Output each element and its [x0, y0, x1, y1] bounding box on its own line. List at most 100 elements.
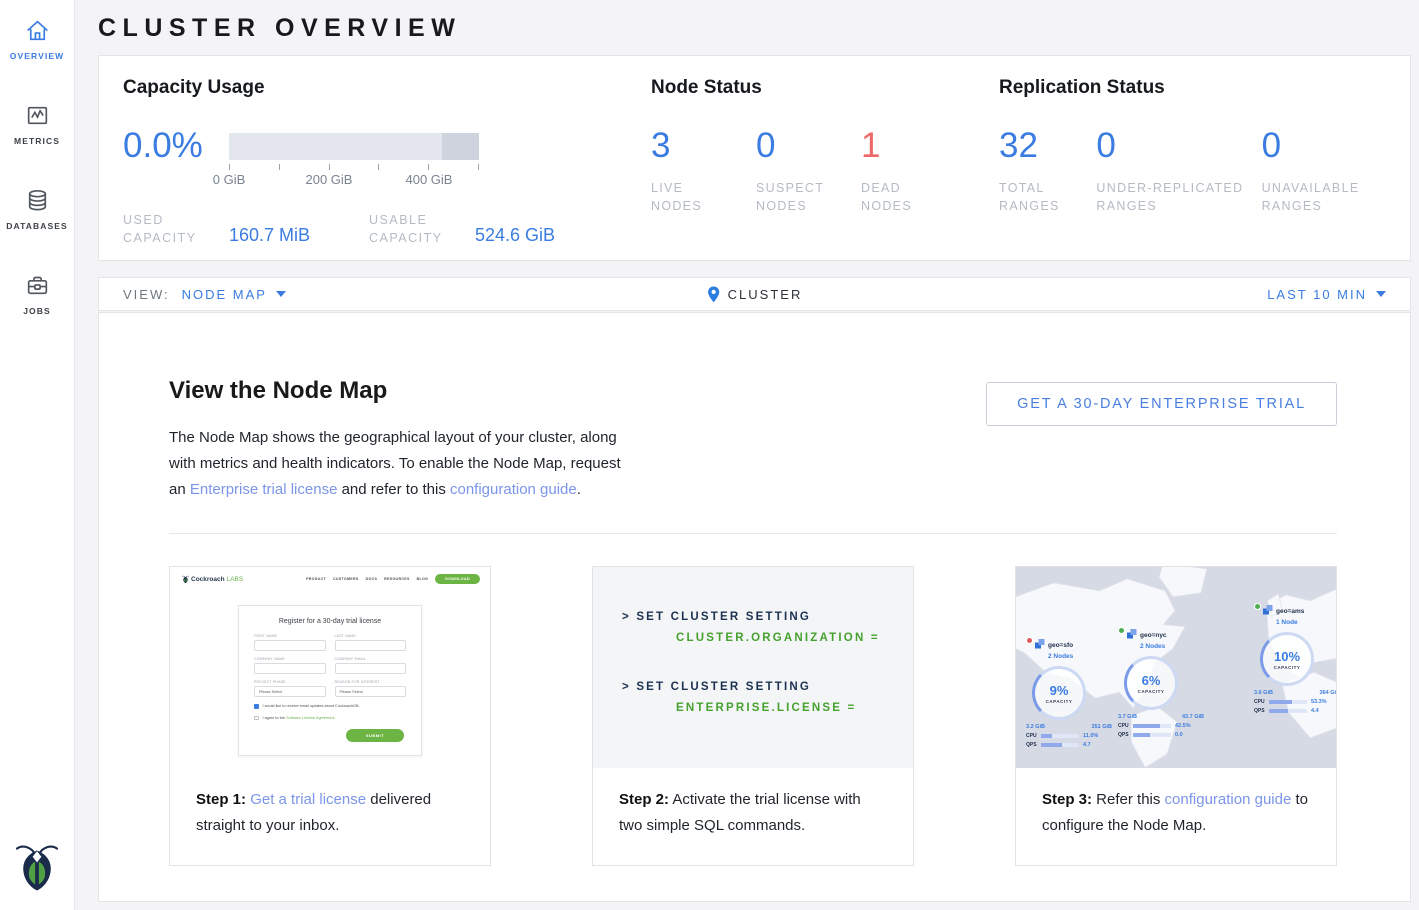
dead-status-icon: [1026, 637, 1033, 644]
get-trial-license-link[interactable]: Get a trial license: [250, 791, 366, 808]
enterprise-trial-license-link[interactable]: Enterprise trial license: [190, 481, 338, 498]
live-nodes-label: LIVE NODES: [651, 179, 723, 215]
qps-value: 4.4: [1311, 708, 1319, 714]
capacity-gauge-label: CAPACITY: [1274, 665, 1301, 670]
qps-value: 4.7: [1083, 742, 1091, 748]
mini-site-form-title: Register for a 30-day trial license: [254, 618, 406, 625]
time-range-dropdown[interactable]: LAST 10 MIN: [1267, 287, 1386, 302]
qps-label: QPS: [1026, 742, 1041, 748]
suspect-nodes-value: 0: [756, 128, 861, 164]
locality-name: geo=nyc: [1140, 632, 1167, 639]
cpu-value: 11.0%: [1083, 733, 1098, 739]
cpu-label: CPU: [1254, 699, 1269, 705]
total-ranges-label: TOTAL RANGES: [999, 179, 1096, 215]
databases-icon: [24, 187, 51, 214]
suspect-nodes-label: SUSPECT NODES: [756, 179, 828, 215]
capacity-gauge-percent: 10%: [1274, 649, 1300, 664]
locality-node-count: 2 Nodes: [1140, 643, 1165, 650]
mini-site-nav-item: BLOG: [417, 577, 429, 581]
qps-label: QPS: [1254, 708, 1269, 714]
tick-label-0: 0 GiB: [213, 172, 246, 187]
mini-site-checkbox-checked: [254, 704, 259, 709]
step3-node-map-preview: geo=sfo2 Nodes 9% CAPACITY 3.2 GiB351 Gi…: [1016, 567, 1336, 768]
chevron-down-icon: [276, 291, 286, 297]
cpu-value: 53.3%: [1311, 699, 1327, 705]
mini-site-logo-text: Cockroach: [191, 576, 225, 583]
mini-site-nav-item: RESOURCES: [384, 577, 409, 581]
step2-code-snippet: > SET CLUSTER SETTING CLUSTER.ORGANIZATI…: [593, 567, 913, 768]
sidebar-item-databases[interactable]: DATABASES: [0, 187, 74, 231]
capacity-total: 43.7 GiB: [1182, 714, 1204, 720]
cockroach-labs-logo-icon: [15, 843, 59, 898]
page-title: CLUSTER OVERVIEW: [98, 0, 1411, 42]
mini-site-select: Please Select: [335, 686, 407, 697]
mini-site-register-form: Register for a 30-day trial license FIRS…: [238, 605, 422, 756]
used-capacity-label: USED CAPACITY: [123, 211, 229, 247]
mini-site-field-label: COMPANY NAME: [254, 657, 326, 661]
view-toolbar: VIEW: NODE MAP CLUSTER LAST 10 MIN: [98, 277, 1411, 311]
capacity-usage-section: Capacity Usage 0.0% 0 GiB 200 GiB 400 Gi…: [123, 77, 651, 260]
capacity-usage-title: Capacity Usage: [123, 77, 651, 99]
enterprise-trial-button[interactable]: GET A 30-DAY ENTERPRISE TRIAL: [986, 382, 1337, 426]
step2-card: > SET CLUSTER SETTING CLUSTER.ORGANIZATI…: [592, 566, 914, 866]
step2-label: Step 2:: [619, 791, 669, 808]
sidebar-item-label: METRICS: [14, 136, 60, 146]
nodes-cube-icon: [1127, 629, 1137, 639]
step1-screenshot: CockroachLABS PRODUCT CUSTOMERS DOCS RES…: [170, 567, 490, 768]
main-content: CLUSTER OVERVIEW Capacity Usage 0.0% 0 G…: [98, 0, 1411, 902]
sidebar-item-overview[interactable]: OVERVIEW: [0, 17, 74, 61]
capacity-bar-reserved-segment: [442, 133, 480, 160]
mini-site-field-label: FIRST NAME: [254, 634, 326, 638]
live-nodes-value: 3: [651, 128, 756, 164]
step1-caption: Step 1: Get a trial license delivered st…: [170, 768, 490, 865]
node-map-panel: View the Node Map The Node Map shows the…: [98, 312, 1411, 902]
replication-status-title: Replication Status: [999, 77, 1410, 99]
step3-card: geo=sfo2 Nodes 9% CAPACITY 3.2 GiB351 Gi…: [1015, 566, 1337, 866]
node-map-title: View the Node Map: [169, 377, 639, 405]
total-ranges-value: 32: [999, 128, 1096, 164]
mini-site-select: Please Select: [254, 686, 326, 697]
mini-site-field-label: COMPANY EMAIL: [335, 657, 407, 661]
configuration-guide-link[interactable]: configuration guide: [1165, 791, 1292, 808]
locality-node-count: 2 Nodes: [1048, 653, 1073, 660]
mini-site-input: [335, 640, 407, 651]
cluster-summary-card: Capacity Usage 0.0% 0 GiB 200 GiB 400 Gi…: [98, 55, 1411, 261]
used-capacity-value: 160.7 MiB: [229, 225, 369, 247]
locality-name: geo=sfo: [1048, 642, 1073, 649]
qps-value: 0.0: [1175, 732, 1183, 738]
nodes-cube-icon: [1263, 605, 1273, 615]
node-map-intro: View the Node Map The Node Map shows the…: [169, 377, 639, 503]
sql-command-line: > SET CLUSTER SETTING: [622, 681, 913, 693]
cpu-value: 42.5%: [1175, 723, 1191, 729]
mini-site-logo-suffix: LABS: [227, 576, 244, 583]
capacity-gauge-percent: 9%: [1050, 683, 1069, 698]
description-text: .: [577, 481, 581, 498]
view-label: VIEW:: [123, 287, 170, 302]
map-pin-icon: [707, 286, 720, 303]
mini-site-logo: CockroachLABS: [182, 575, 243, 584]
capacity-used: 3.2 GiB: [1026, 724, 1045, 730]
step2-caption: Step 2: Activate the trial license with …: [593, 768, 913, 865]
node-locality-nyc: geo=nyc2 Nodes 6% CAPACITY 3.7 GiB43.7 G…: [1118, 629, 1204, 738]
cluster-breadcrumb: CLUSTER: [707, 286, 803, 303]
mini-site-checkbox-label: I would like to receive email updates ab…: [263, 704, 360, 708]
nodes-cube-icon: [1035, 639, 1045, 649]
mini-site-field-label: LAST NAME: [335, 634, 407, 638]
sidebar-item-jobs[interactable]: JOBS: [0, 272, 74, 316]
cpu-label: CPU: [1118, 723, 1133, 729]
jobs-icon: [24, 272, 51, 299]
view-selector-dropdown[interactable]: NODE MAP: [182, 287, 286, 302]
replication-status-section: Replication Status 32 TOTAL RANGES 0 UND…: [999, 77, 1410, 260]
mini-site-license-link: Software License Agreement.: [286, 716, 336, 720]
step3-label: Step 3:: [1042, 791, 1092, 808]
tick-label-400: 400 GiB: [406, 172, 453, 187]
sidebar-item-metrics[interactable]: METRICS: [0, 102, 74, 146]
mini-site-input: [254, 663, 326, 674]
sql-command-arg: CLUSTER.ORGANIZATION =: [676, 632, 913, 644]
under-replicated-ranges-stat: 0 UNDER-REPLICATED RANGES: [1096, 128, 1261, 215]
configuration-guide-link[interactable]: configuration guide: [450, 481, 577, 498]
home-icon: [24, 17, 51, 44]
mini-site-nav: PRODUCT CUSTOMERS DOCS RESOURCES BLOG DO…: [306, 574, 480, 584]
usable-capacity-label: USABLE CAPACITY: [369, 211, 475, 247]
under-replicated-ranges-label: UNDER-REPLICATED RANGES: [1096, 179, 1256, 215]
